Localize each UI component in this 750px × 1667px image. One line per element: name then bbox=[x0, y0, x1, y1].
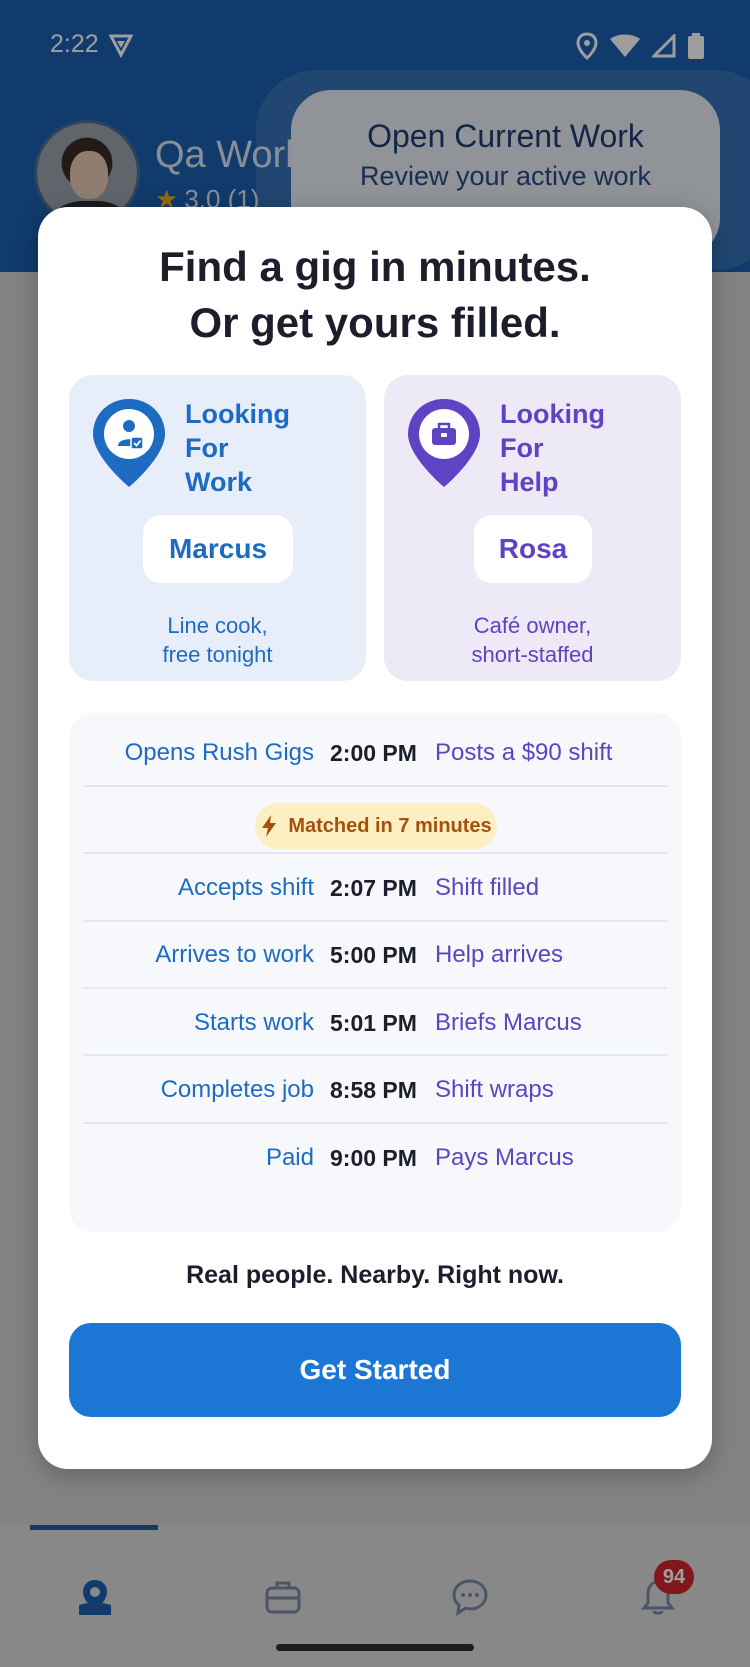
timeline-card: Opens Rush Gigs 2:00 PM Posts a $90 shif… bbox=[69, 713, 681, 1232]
timeline-employer-step: Posts a $90 shift bbox=[435, 739, 613, 766]
help-heading-line: For bbox=[500, 433, 544, 463]
timeline-time: 5:01 PM bbox=[330, 1010, 417, 1036]
onboarding-modal: Find a gig in minutes. Or get yours fill… bbox=[38, 207, 712, 1469]
timeline-worker-step: Arrives to work bbox=[155, 941, 314, 968]
tagline: Real people. Nearby. Right now. bbox=[186, 1261, 564, 1289]
timeline-time: 8:58 PM bbox=[330, 1077, 417, 1103]
employer-desc-line: short-staffed bbox=[471, 642, 594, 667]
timeline-row: Opens Rush Gigs 2:00 PM Posts a $90 shif… bbox=[69, 718, 681, 788]
timeline-time: 2:07 PM bbox=[330, 875, 417, 901]
worker-description: Line cook, free tonight bbox=[69, 611, 366, 669]
modal-title-line1: Find a gig in minutes. bbox=[159, 243, 591, 290]
timeline-divider bbox=[83, 785, 667, 787]
timeline-worker-step: Completes job bbox=[160, 1076, 314, 1103]
timeline-employer-step: Shift wraps bbox=[435, 1076, 554, 1103]
timeline-row: Paid 9:00 PM Pays Marcus bbox=[69, 1123, 681, 1193]
timeline-worker-step: Accepts shift bbox=[177, 874, 314, 901]
employer-name-chip: Rosa bbox=[474, 515, 592, 583]
worker-desc-line: Line cook, bbox=[167, 613, 268, 638]
timeline-employer-step: Shift filled bbox=[435, 874, 540, 901]
timeline-row: Completes job 8:58 PM Shift wraps bbox=[69, 1055, 681, 1125]
timeline-employer-step: Pays Marcus bbox=[435, 1144, 574, 1171]
worker-desc-line: free tonight bbox=[162, 642, 273, 667]
work-heading-line: Looking bbox=[185, 399, 290, 429]
timeline-worker-step: Paid bbox=[265, 1144, 314, 1171]
help-heading-line: Help bbox=[500, 467, 559, 497]
worker-name-chip: Marcus bbox=[143, 515, 293, 583]
get-started-button[interactable]: Get Started bbox=[69, 1323, 681, 1417]
timeline-time: 2:00 PM bbox=[330, 740, 417, 766]
timeline-row: Accepts shift 2:07 PM Shift filled bbox=[69, 853, 681, 923]
timeline-worker-step: Opens Rush Gigs bbox=[124, 739, 314, 766]
timeline-time: 5:00 PM bbox=[330, 942, 417, 968]
worker-pin-icon bbox=[93, 399, 165, 487]
help-card-heading: Looking For Help bbox=[500, 397, 605, 499]
employer-description: Café owner, short-staffed bbox=[384, 611, 681, 669]
timeline-row: Starts work 5:01 PM Briefs Marcus bbox=[69, 988, 681, 1058]
timeline-time: 9:00 PM bbox=[330, 1145, 417, 1171]
briefcase-pin-icon bbox=[408, 399, 480, 487]
looking-for-help-card: Looking For Help Rosa Café owner, short-… bbox=[384, 375, 681, 681]
work-heading-line: For bbox=[185, 433, 229, 463]
modal-title: Find a gig in minutes. Or get yours fill… bbox=[38, 239, 712, 351]
timeline-employer-step: Briefs Marcus bbox=[435, 1009, 582, 1036]
modal-title-line2: Or get yours filled. bbox=[189, 299, 561, 346]
match-badge-text: Matched in 7 minutes bbox=[288, 814, 492, 837]
employer-desc-line: Café owner, bbox=[473, 613, 592, 638]
work-heading-line: Work bbox=[185, 467, 253, 497]
work-card-heading: Looking For Work bbox=[185, 397, 290, 499]
timeline-worker-step: Starts work bbox=[193, 1009, 314, 1036]
match-badge: Matched in 7 minutes bbox=[255, 803, 497, 849]
timeline-employer-step: Help arrives bbox=[435, 941, 564, 968]
gesture-handle[interactable] bbox=[276, 1644, 474, 1651]
looking-for-work-card: Looking For Work Marcus Line cook, free … bbox=[69, 375, 366, 681]
help-heading-line: Looking bbox=[500, 399, 605, 429]
timeline-row: Arrives to work 5:00 PM Help arrives bbox=[69, 920, 681, 990]
lightning-icon bbox=[262, 815, 277, 837]
